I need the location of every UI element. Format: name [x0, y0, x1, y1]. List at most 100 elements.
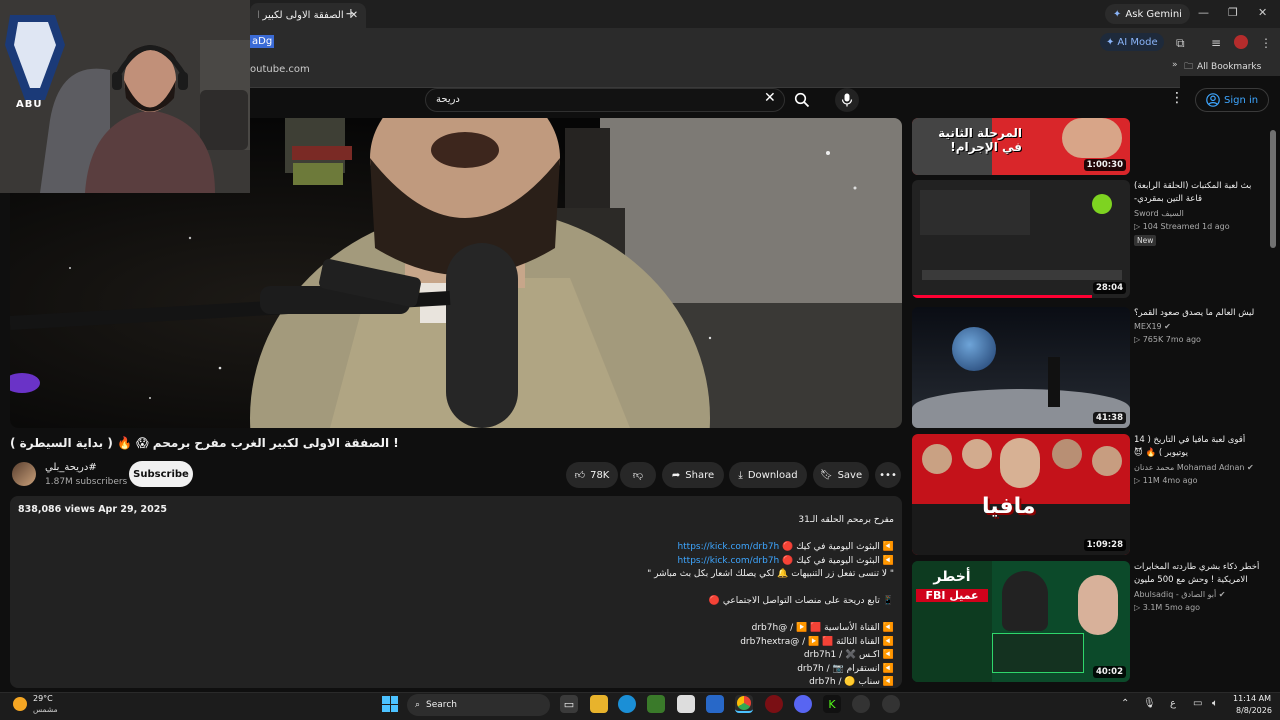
omnibox-suggestion[interactable]: outube.com: [250, 64, 310, 75]
mail-icon[interactable]: [706, 695, 724, 713]
description-prefix: ◀️ البثوث اليومية في كيك 🔴: [779, 555, 894, 566]
microphone-icon[interactable]: 🎙︎: [1143, 698, 1156, 709]
share-button[interactable]: ➦ Share: [662, 462, 724, 488]
subscribe-button[interactable]: Subscribe: [129, 461, 193, 487]
close-window-icon[interactable]: ✕: [1258, 6, 1267, 19]
channel-name[interactable]: دريحة_بلي#: [45, 462, 97, 473]
kick-link[interactable]: https://kick.com/drb7h: [677, 542, 779, 552]
description-line: مفرح برمحم الحلقه الـ31: [798, 515, 894, 525]
weather-temperature[interactable]: 29°C: [33, 694, 53, 703]
duration-badge: 41:38: [1092, 412, 1126, 424]
extensions-icon[interactable]: ⧉: [1176, 36, 1185, 51]
recommendation-title[interactable]: ليش العالم ما يصدق صعود القمر؟: [1134, 307, 1260, 320]
task-view-icon[interactable]: ▭: [560, 695, 578, 713]
all-bookmarks-label: All Bookmarks: [1197, 62, 1262, 72]
recommendation-meta: ▷ 104 Streamed 1d ago: [1134, 222, 1230, 231]
recommendation-title[interactable]: بث لعبة المكتبات (الحلقة الرابعة) قاعة ا…: [1134, 180, 1260, 206]
minimize-icon[interactable]: —: [1198, 6, 1209, 19]
gemini-sparkle-icon: ✦: [1113, 8, 1122, 20]
all-bookmarks-button[interactable]: 🗀 All Bookmarks: [1180, 58, 1280, 76]
clock-date[interactable]: 8/8/2026: [1236, 706, 1272, 715]
share-label: Share: [685, 469, 715, 481]
video-title: ! الصفقة الاولى لكبير الغرب مفرح برمحم 😱…: [10, 436, 399, 450]
recommendation-item[interactable]: أخطر عميل FBI 40:02 أخطر ذكاء بشري طاردت…: [912, 561, 1272, 682]
app-icon[interactable]: [765, 695, 783, 713]
recommendation-item[interactable]: المرحلة الثانية في الإجرام! 1:00:30: [912, 118, 1272, 175]
file-explorer-icon[interactable]: [590, 695, 608, 713]
description-line: [18, 583, 894, 597]
recommendation-title[interactable]: أخطر ذكاء بشري طاردته المخابرات الامريكي…: [1134, 561, 1260, 587]
video-thumbnail[interactable]: أخطر عميل FBI: [912, 561, 1130, 682]
ai-mode-icon: ✦: [1106, 36, 1115, 48]
account-icon: [1206, 93, 1220, 107]
description-line: ◀️ القناة الثالثة 🟥 ▶️ / @drb7hextra: [740, 636, 894, 647]
channel-avatar[interactable]: [12, 462, 36, 486]
recommendation-item[interactable]: 41:38 ليش العالم ما يصدق صعود القمر؟ MEX…: [912, 307, 1272, 428]
video-description[interactable]: 838,086 views Apr 29, 2025 مفرح برمحم ال…: [10, 496, 902, 688]
profile-avatar[interactable]: [1234, 35, 1248, 49]
video-thumbnail[interactable]: [912, 180, 1130, 298]
webcam-logo-text: ABU: [16, 99, 43, 110]
description-line[interactable]: ◀️ البثوث اليومية في كيك 🔴 https://kick.…: [18, 542, 894, 556]
recommendation-item[interactable]: 28:04 بث لعبة المكتبات (الحلقة الرابعة) …: [912, 180, 1272, 298]
sign-in-button[interactable]: Sign in: [1195, 88, 1270, 112]
like-button[interactable]: 👍︎ 78K: [566, 462, 618, 488]
volume-icon[interactable]: 🔈︎: [1212, 698, 1218, 709]
sun-icon[interactable]: [13, 697, 27, 711]
discord-icon[interactable]: [794, 695, 812, 713]
language-indicator[interactable]: ع: [1170, 698, 1176, 709]
omnibox-selected-text[interactable]: aDg: [250, 35, 275, 48]
settings-kebab-icon[interactable]: ⋮: [1170, 90, 1184, 106]
recommendation-item[interactable]: مافيا 1:09:28 أقوى لعبة مافيا في التاريخ…: [912, 434, 1272, 555]
more-horizontal-icon: •••: [879, 469, 897, 481]
share-arrow-icon: ➦: [671, 469, 681, 481]
recommendation-meta: ▷ 3.1M 5mo ago: [1134, 603, 1201, 612]
video-thumbnail[interactable]: [912, 307, 1130, 428]
maximize-icon[interactable]: ❐: [1228, 6, 1238, 19]
sign-in-label: Sign in: [1224, 94, 1259, 106]
dislike-button[interactable]: 👎︎: [620, 462, 656, 488]
page-scrollbar[interactable]: [1270, 130, 1276, 248]
recommendation-channel[interactable]: MEX19 ✔: [1134, 322, 1171, 331]
obs-icon[interactable]: [882, 695, 900, 713]
chrome-icon[interactable]: [735, 695, 753, 713]
network-icon[interactable]: ▭: [1193, 698, 1202, 709]
kick-link[interactable]: https://kick.com/drb7h: [677, 556, 779, 566]
search-button[interactable]: [790, 88, 814, 112]
media-controls-icon[interactable]: ≡: [1211, 36, 1221, 50]
chevron-up-icon[interactable]: ⌃: [1121, 698, 1129, 709]
ai-mode-button[interactable]: ✦ AI Mode: [1100, 33, 1164, 51]
new-tab-button[interactable]: +: [345, 6, 357, 22]
ask-gemini-label: Ask Gemini: [1125, 8, 1182, 20]
start-button[interactable]: [382, 696, 398, 712]
nvidia-icon[interactable]: [647, 695, 665, 713]
save-label: Save: [837, 469, 863, 481]
app-icon[interactable]: [852, 695, 870, 713]
video-thumbnail[interactable]: مافيا: [912, 434, 1130, 555]
download-label: Download: [747, 469, 798, 481]
kick-icon[interactable]: K: [823, 695, 841, 713]
edge-icon[interactable]: [618, 695, 636, 713]
browser-menu-icon[interactable]: ⋮: [1260, 36, 1272, 50]
duration-badge: 28:04: [1092, 282, 1126, 294]
clock-time[interactable]: 11:14 AM: [1233, 694, 1271, 703]
description-body: مفرح برمحم الحلقه الـ31 ◀️ البثوث اليومية…: [18, 515, 894, 688]
taskbar-search[interactable]: ⌕ Search: [407, 694, 550, 716]
thumbnail-text: مافيا: [982, 494, 1036, 519]
save-button[interactable]: 🔖︎ Save: [813, 462, 869, 488]
ask-gemini-button[interactable]: ✦ Ask Gemini: [1105, 4, 1190, 24]
clear-search-icon[interactable]: ✕: [764, 90, 776, 106]
recommendation-channel[interactable]: Sword السيف: [1134, 209, 1184, 218]
voice-search-button[interactable]: [835, 88, 859, 112]
view-stats: 838,086 views Apr 29, 2025: [18, 504, 167, 515]
search-input[interactable]: دريحة: [425, 88, 785, 112]
notepad-icon[interactable]: [677, 695, 695, 713]
recommendation-title[interactable]: أقوى لعبة مافيا في التاريخ ( 14 يوتيوبر …: [1134, 434, 1260, 460]
description-line[interactable]: ◀️ البثوث اليومية في كيك 🔴 https://kick.…: [18, 556, 894, 570]
recommendation-channel[interactable]: Abulsadiq - أبو الصادق ✔: [1134, 590, 1225, 599]
taskbar-search-label: Search: [426, 700, 457, 710]
chevron-double-right-icon[interactable]: »: [1172, 60, 1178, 70]
download-button[interactable]: ⤓ Download: [729, 462, 807, 488]
recommendation-channel[interactable]: محمد عدنان Mohamad Adnan ✔: [1134, 463, 1254, 472]
more-actions-button[interactable]: •••: [875, 462, 901, 488]
